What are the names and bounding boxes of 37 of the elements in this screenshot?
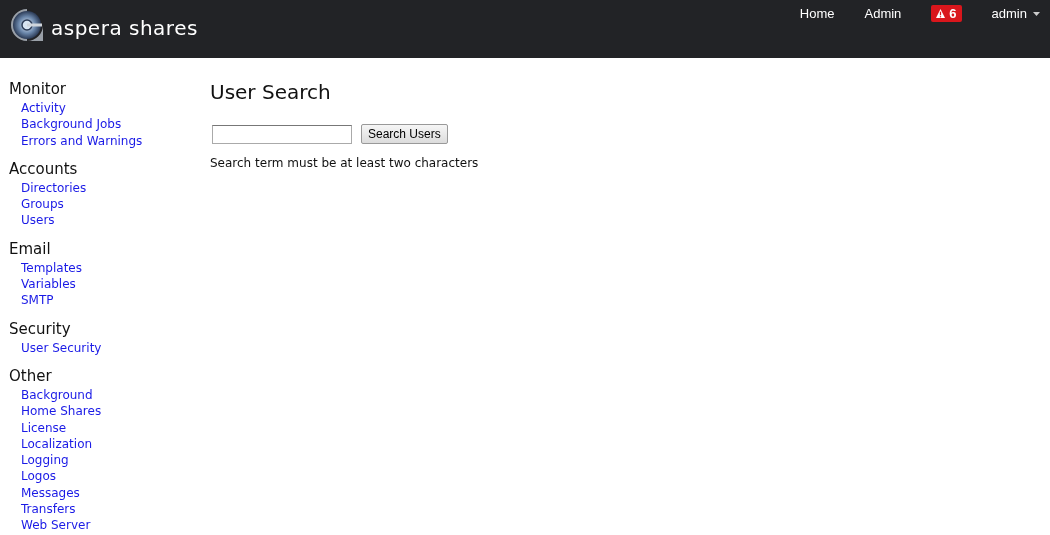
- section-heading: Email: [9, 239, 52, 258]
- sidebar-link[interactable]: Messages: [9, 484, 210, 502]
- nav-link[interactable]: Admin: [864, 6, 902, 21]
- nav-link[interactable]: Home: [799, 6, 835, 21]
- user-menu[interactable]: admin: [991, 6, 1040, 21]
- sidebar-link[interactable]: Activity: [9, 100, 210, 117]
- sidebar-link[interactable]: Variables: [9, 276, 210, 293]
- sidebar-link[interactable]: Web Server: [9, 517, 210, 534]
- sidebar-link[interactable]: Groups: [9, 196, 210, 213]
- sidebar-link[interactable]: Users: [9, 212, 210, 229]
- sidebar-link[interactable]: Templates: [9, 259, 210, 277]
- sidebar-link[interactable]: Background Jobs: [9, 116, 210, 133]
- sidebar-link[interactable]: Logos: [9, 468, 210, 485]
- section-heading: Other: [9, 366, 53, 385]
- validation-message: Search term must be at least two characters: [210, 156, 479, 170]
- search-button[interactable]: Search Users: [361, 124, 448, 144]
- sidebar-link[interactable]: License: [9, 419, 210, 436]
- alert-count: 6: [949, 6, 957, 21]
- section-heading: Monitor: [9, 80, 68, 98]
- sidebar-link[interactable]: Logging: [9, 452, 210, 469]
- sidebar-link[interactable]: Directories: [9, 179, 210, 197]
- sidebar-link[interactable]: User Security: [9, 339, 210, 356]
- sidebar-link[interactable]: Home Shares: [9, 403, 210, 420]
- page-title: User Search: [210, 80, 332, 104]
- logo-icon: [9, 7, 45, 43]
- alert-badge[interactable]: 6: [931, 5, 962, 22]
- sidebar-link[interactable]: Background: [9, 386, 210, 404]
- sidebar-link[interactable]: SMTP: [9, 292, 210, 309]
- section-heading: Accounts: [9, 159, 79, 178]
- sidebar-link[interactable]: Errors and Warnings: [9, 132, 210, 149]
- sidebar-link[interactable]: Localization: [9, 435, 210, 453]
- caret-icon: [1033, 11, 1040, 16]
- warning-icon: [936, 9, 946, 18]
- search-field[interactable]: [212, 124, 352, 144]
- section-heading: Security: [9, 319, 72, 338]
- brand-name: aspera shares: [51, 16, 198, 40]
- sidebar-link[interactable]: Transfers: [9, 501, 210, 518]
